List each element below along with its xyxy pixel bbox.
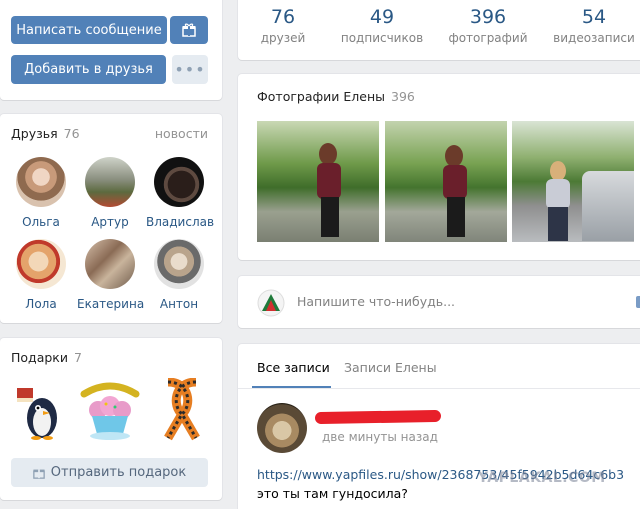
- friend-item[interactable]: Лола: [8, 239, 74, 311]
- counter-label: подписчиков: [340, 31, 424, 45]
- avatar: [154, 239, 204, 289]
- counter-value: 76: [270, 6, 296, 28]
- counter-photos[interactable]: 396 фотографий: [443, 6, 533, 45]
- more-actions-button[interactable]: •••: [172, 55, 208, 84]
- counter-value: 49: [369, 6, 395, 28]
- ribbon-gift-icon[interactable]: [160, 378, 204, 442]
- composer-attach-icon[interactable]: [636, 296, 640, 308]
- photos-count: 396: [391, 89, 415, 104]
- counter-friends[interactable]: 76 друзей: [238, 6, 328, 45]
- friends-count: 76: [63, 126, 80, 141]
- friend-name: Екатерина: [77, 297, 145, 311]
- send-gift-label: Отправить подарок: [50, 465, 187, 480]
- friend-name: Лола: [25, 297, 57, 311]
- post-time[interactable]: две минуты назад: [322, 430, 438, 444]
- friend-item[interactable]: Ольга: [8, 157, 74, 229]
- tab-all-posts[interactable]: Все записи: [257, 360, 330, 375]
- counter-label: фотографий: [448, 31, 528, 45]
- counter-videos[interactable]: 54 видеозаписи: [549, 6, 639, 45]
- gifts-card: Подарки 7 Отправить подарок: [0, 338, 222, 500]
- friend-name: Ольга: [22, 215, 60, 229]
- composer-card: Напишите что-нибудь...: [238, 276, 640, 328]
- avatar-logo-icon: [257, 289, 285, 317]
- photos-header[interactable]: Фотографии Елены 396: [257, 89, 415, 104]
- tabs-divider: [238, 388, 640, 389]
- composer-input[interactable]: Напишите что-нибудь...: [297, 294, 455, 309]
- counter-label: видеозаписи: [553, 31, 635, 45]
- photo-thumbnail[interactable]: [512, 121, 634, 242]
- add-friend-label: Добавить в друзья: [24, 62, 153, 77]
- post-author-avatar[interactable]: [257, 403, 307, 453]
- add-friend-button[interactable]: Добавить в друзья: [11, 55, 166, 84]
- friend-item[interactable]: Артур: [77, 157, 143, 229]
- friend-item[interactable]: Владислав: [146, 157, 215, 229]
- avatar: [16, 239, 66, 289]
- avatar: [85, 157, 135, 207]
- friend-item[interactable]: Екатерина: [77, 239, 145, 311]
- photo-thumbnail[interactable]: [385, 121, 507, 242]
- watermark-text: YAPLAKAL.COM: [478, 470, 606, 486]
- profile-actions-card: Написать сообщение Добавить в друзья •••: [0, 0, 222, 100]
- gifts-count: 7: [73, 350, 82, 365]
- gifts-title: Подарки: [11, 350, 68, 365]
- friends-card: Друзья 76 новости Ольга Артур Владислав Л…: [0, 114, 222, 323]
- friends-news-link[interactable]: новости: [155, 126, 208, 141]
- counter-followers[interactable]: 49 подписчиков: [337, 6, 427, 45]
- avatar: [154, 157, 204, 207]
- post-text: это ты там гундосила?: [257, 486, 408, 501]
- write-message-label: Написать сообщение: [16, 22, 162, 38]
- gift-button[interactable]: [170, 16, 208, 44]
- photos-card: Фотографии Елены 396: [238, 74, 640, 260]
- friend-item[interactable]: Антон: [146, 239, 212, 311]
- write-message-button[interactable]: Написать сообщение: [11, 16, 167, 44]
- photos-title: Фотографии Елены: [257, 89, 386, 104]
- counters-card: 76 друзей 49 подписчиков 396 фотографий …: [238, 0, 640, 60]
- friends-title: Друзья: [11, 126, 58, 141]
- friend-name: Артур: [91, 215, 129, 229]
- gifts-header[interactable]: Подарки 7: [11, 350, 82, 365]
- penguin-gift-icon[interactable]: [12, 378, 68, 442]
- counter-label: друзей: [260, 31, 306, 45]
- post-author-redacted: [314, 409, 442, 425]
- friend-name: Антон: [159, 297, 199, 311]
- friend-name: Владислав: [146, 215, 215, 229]
- counter-value: 54: [581, 6, 607, 28]
- counter-value: 396: [469, 6, 507, 28]
- photo-thumbnail[interactable]: [257, 121, 379, 242]
- avatar: [85, 239, 135, 289]
- tab-owner-posts[interactable]: Записи Елены: [344, 360, 437, 375]
- avatar: [16, 157, 66, 207]
- more-dots-icon: •••: [174, 60, 206, 79]
- friends-header[interactable]: Друзья 76: [11, 126, 80, 141]
- send-gift-button[interactable]: Отправить подарок: [11, 458, 208, 487]
- cupcake-gift-icon[interactable]: [78, 376, 142, 442]
- gift-icon: [182, 23, 196, 37]
- gift-icon: [32, 469, 45, 479]
